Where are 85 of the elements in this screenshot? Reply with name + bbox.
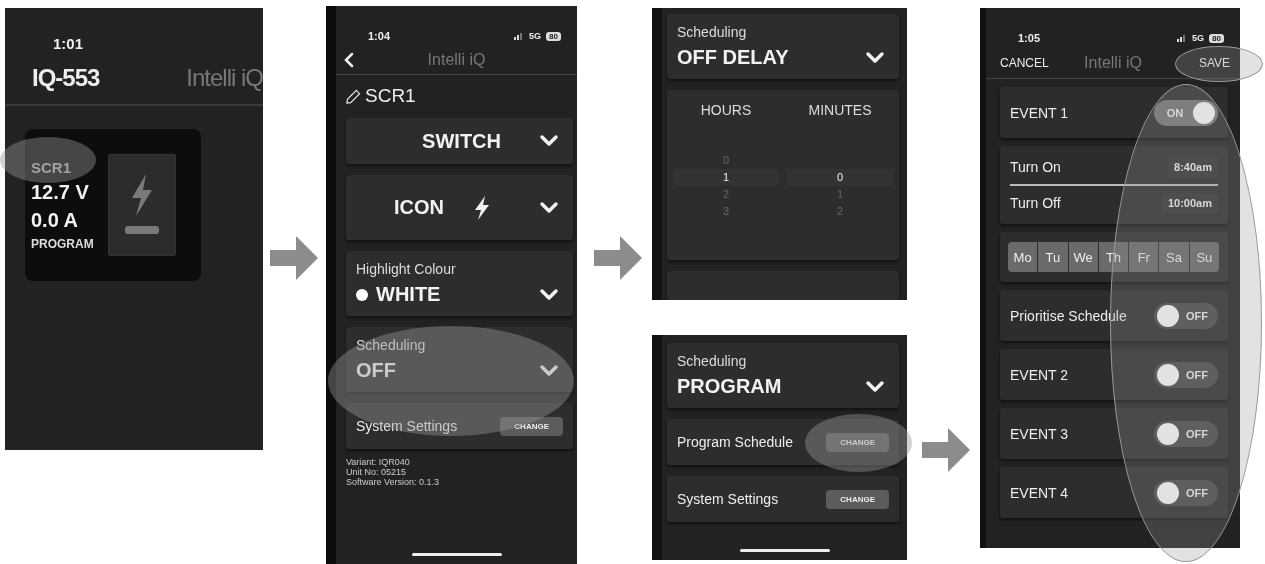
row-label: Prioritise Schedule [1010, 307, 1127, 324]
network-label: 5G [1192, 33, 1205, 43]
toggle-switch[interactable]: ON [1154, 99, 1218, 126]
picker-heading: HOURS [699, 102, 753, 118]
picker-option[interactable]: 0 [787, 169, 893, 186]
change-button[interactable]: CHANGE [826, 489, 889, 509]
day-toggle[interactable]: Mo [1008, 242, 1039, 272]
arrow-icon [922, 428, 970, 472]
day-toggle[interactable]: We [1068, 242, 1099, 272]
current-reading: 0.0 A [31, 209, 80, 232]
switch-tile[interactable]: SCR1 12.7 V 0.0 A PROGRAM [25, 129, 201, 281]
dropdown-value: ICON [394, 196, 444, 219]
dropdown-value: OFF [356, 359, 396, 382]
rocker-switch-icon [107, 154, 176, 256]
chevron-down-icon [539, 287, 559, 302]
row-label: System Settings [356, 418, 458, 434]
toggle-switch[interactable]: OFF [1154, 420, 1218, 447]
day-toggle[interactable]: Sa [1159, 242, 1190, 272]
chevron-down-icon [865, 379, 885, 394]
row-label: EVENT 1 [1010, 104, 1069, 121]
toggle-switch[interactable]: OFF [1154, 302, 1218, 329]
dropdown-value: PROGRAM [677, 375, 782, 398]
network-label: 5G [529, 31, 542, 41]
toggle-switch[interactable]: OFF [1154, 361, 1218, 388]
dropdown-value: WHITE [376, 283, 441, 306]
chevron-down-icon [539, 200, 559, 215]
type-dropdown[interactable]: SWITCH [346, 118, 573, 164]
day-toggle[interactable]: Su [1189, 242, 1220, 272]
device-name: IQ-553 [32, 64, 100, 92]
info-text: Software Version: 0.1.3 [346, 477, 441, 487]
info-text: Variant: IQR040 [346, 457, 411, 467]
pencil-icon[interactable] [346, 88, 361, 104]
time-value[interactable]: 8:40am [1168, 157, 1218, 177]
battery-indicator: 80 [546, 31, 561, 41]
switch-name: SCR1 [31, 159, 72, 176]
row-label: EVENT 4 [1010, 484, 1069, 501]
status-time: 1:04 [368, 30, 391, 42]
change-button[interactable]: CHANGE [826, 432, 889, 452]
time-value[interactable]: 10:00am [1161, 193, 1218, 213]
row-label: EVENT 3 [1010, 425, 1069, 442]
cancel-button[interactable]: CANCEL [996, 54, 1053, 72]
arrow-icon [270, 236, 318, 280]
day-toggle[interactable]: Fr [1129, 242, 1160, 272]
picker-option[interactable]: 1 [673, 169, 779, 186]
signal-icon [1177, 34, 1188, 42]
signal-icon [514, 32, 525, 40]
toggle-switch[interactable]: OFF [1154, 479, 1218, 506]
status-time: 1:01 [53, 35, 85, 52]
chevron-down-icon [539, 134, 559, 148]
info-text: Unit No: 05215 [346, 467, 408, 477]
scheduling-dropdown[interactable]: Scheduling OFF DELAY [667, 14, 899, 79]
day-toggle[interactable]: Tu [1038, 242, 1069, 272]
settings-dropdown[interactable]: Scheduling OFF [346, 327, 573, 392]
app-title: Intelli iQ [1084, 54, 1142, 72]
row-label: EVENT 2 [1010, 366, 1069, 383]
lightning-bolt-icon [474, 195, 490, 220]
picker-option[interactable]: 3 [673, 203, 779, 220]
mode-label: PROGRAM [31, 237, 94, 251]
day-toggle[interactable]: Th [1098, 242, 1130, 272]
settings-dropdown[interactable]: Highlight Colour WHITE [346, 251, 573, 316]
dropdown-label: Highlight Colour [356, 261, 457, 277]
save-button[interactable]: SAVE [1194, 54, 1234, 72]
dropdown-label: Scheduling [356, 337, 427, 353]
dropdown-value: SWITCH [422, 129, 501, 153]
change-button[interactable]: CHANGE [500, 416, 563, 436]
row-label: Program Schedule [677, 434, 793, 450]
switch-name: SCR1 [365, 85, 416, 107]
dropdown-label: Scheduling [677, 353, 748, 369]
app-title: Intelli iQ [186, 64, 263, 92]
icon-dropdown[interactable]: ICON [346, 175, 573, 240]
dropdown-value: OFF DELAY [677, 46, 789, 69]
arrow-icon [594, 236, 642, 280]
time-label: Turn On [1010, 159, 1061, 175]
app-title: Intelli iQ [427, 51, 486, 69]
time-label: Turn Off [1010, 195, 1061, 211]
picker-heading: MINUTES [807, 102, 873, 118]
dropdown-label: Scheduling [677, 24, 748, 40]
chevron-down-icon [539, 363, 559, 378]
row-label: System Settings [677, 491, 779, 507]
voltage-reading: 12.7 V [31, 181, 90, 204]
back-icon[interactable] [344, 52, 354, 68]
status-time: 1:05 [1018, 32, 1041, 44]
scheduling-dropdown[interactable]: Scheduling PROGRAM [667, 343, 899, 408]
chevron-down-icon [865, 50, 885, 65]
battery-indicator: 80 [1209, 33, 1224, 43]
